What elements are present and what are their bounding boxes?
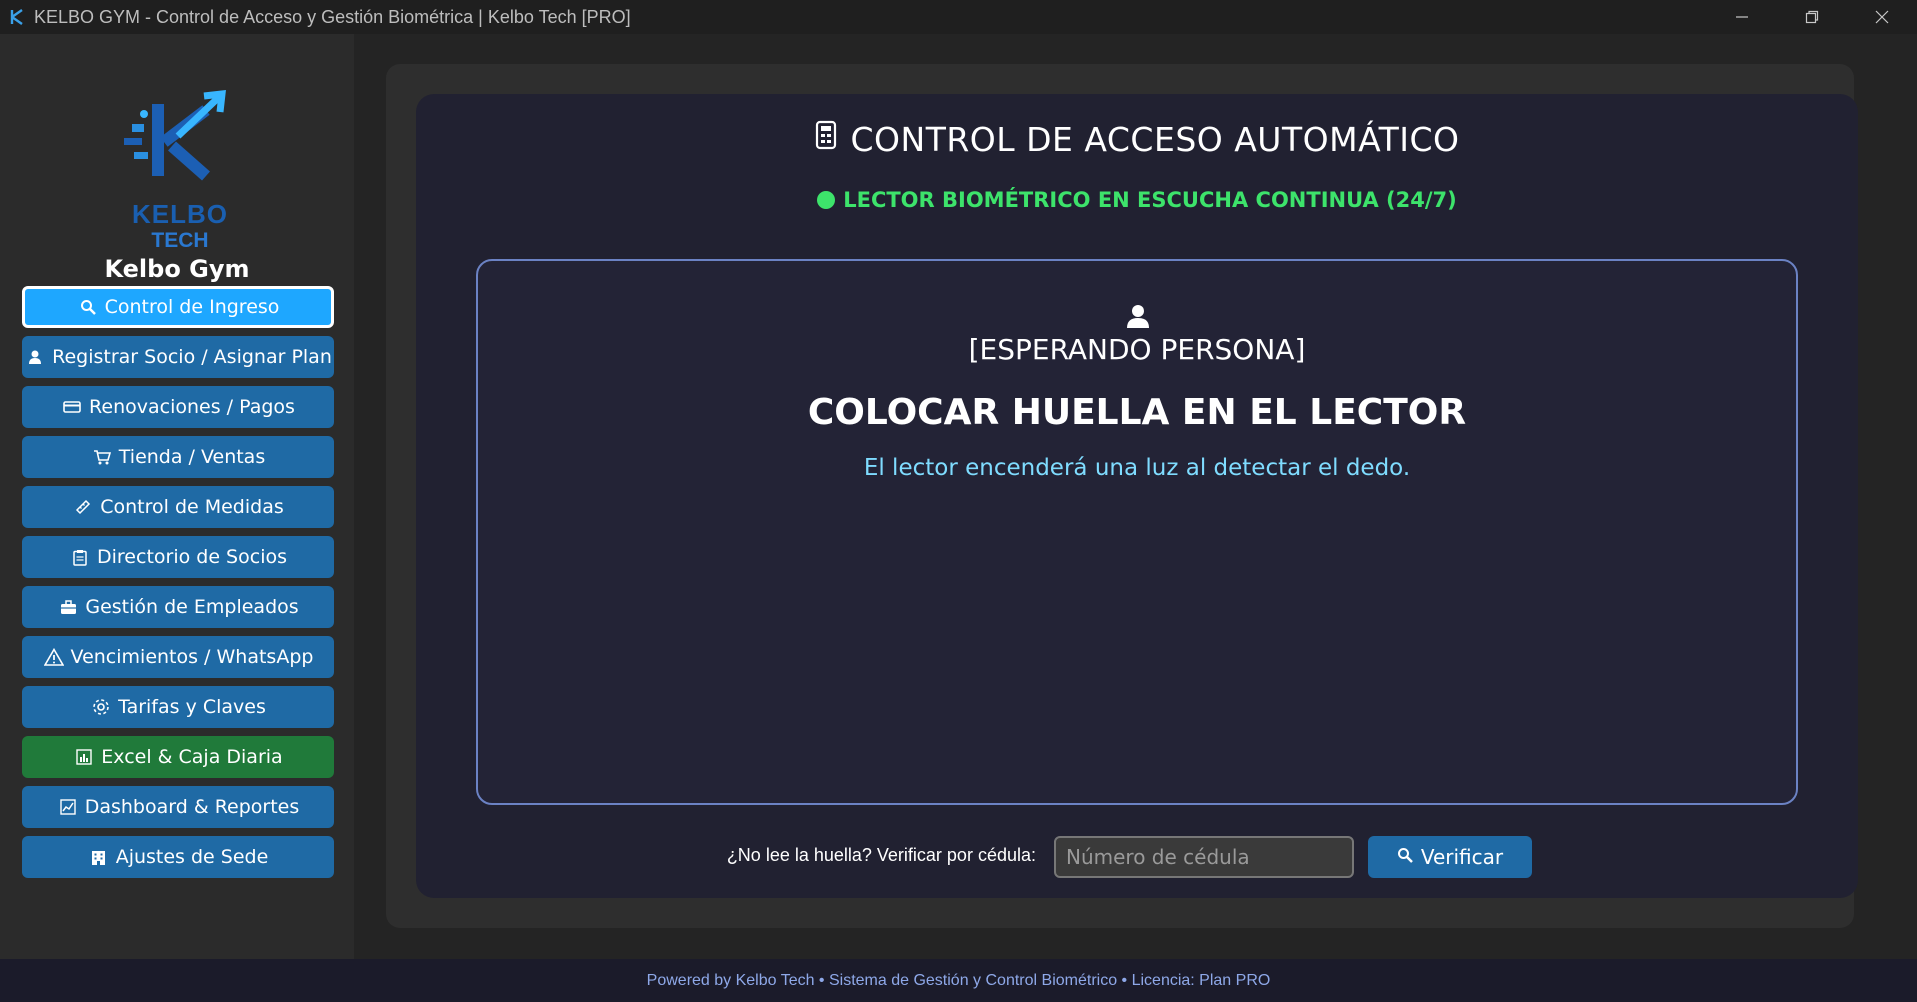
nav-ajustes-sede[interactable]: Ajustes de Sede bbox=[22, 836, 334, 878]
kelbo-tech-logo: KELBO TECH bbox=[120, 84, 240, 252]
page-title: CONTROL DE ACCESO AUTOMÁTICO bbox=[416, 120, 1858, 159]
credit-card-icon bbox=[61, 396, 83, 418]
nav-tienda[interactable]: Tienda / Ventas bbox=[22, 436, 334, 478]
verify-button-label: Verificar bbox=[1420, 845, 1504, 869]
ruler-icon bbox=[72, 496, 94, 518]
nav-gestion-empleados[interactable]: Gestión de Empleados bbox=[22, 586, 334, 628]
cart-icon bbox=[91, 446, 113, 468]
clipboard-icon bbox=[69, 546, 91, 568]
sidebar-nav: Control de Ingreso Registrar Socio / Asi… bbox=[22, 286, 334, 886]
restore-icon bbox=[1805, 10, 1819, 24]
close-button[interactable] bbox=[1847, 0, 1917, 34]
nav-label: Tienda / Ventas bbox=[118, 446, 266, 468]
nav-excel-caja[interactable]: Excel & Caja Diaria bbox=[22, 736, 334, 778]
gym-name: Kelbo Gym bbox=[104, 255, 250, 283]
kelbo-logo-icon bbox=[4, 0, 32, 34]
footer-text: Powered by Kelbo Tech • Sistema de Gesti… bbox=[646, 971, 1271, 989]
nav-control-medidas[interactable]: Control de Medidas bbox=[22, 486, 334, 528]
nav-renovaciones[interactable]: Renovaciones / Pagos bbox=[22, 386, 334, 428]
verify-button[interactable]: Verificar bbox=[1368, 836, 1532, 878]
nav-label: Control de Medidas bbox=[100, 496, 284, 518]
close-icon bbox=[1875, 10, 1889, 24]
minimize-button[interactable] bbox=[1707, 0, 1777, 34]
nav-vencimientos[interactable]: Vencimientos / WhatsApp bbox=[22, 636, 334, 678]
fingerprint-instruction: COLOCAR HUELLA EN EL LECTOR bbox=[807, 392, 1467, 433]
nav-label: Registrar Socio / Asignar Plan bbox=[52, 346, 332, 368]
kelbo-logo-icon bbox=[124, 90, 226, 181]
gear-icon bbox=[90, 696, 112, 718]
nav-label: Dashboard & Reportes bbox=[84, 796, 300, 818]
nav-directorio-socios[interactable]: Directorio de Socios bbox=[22, 536, 334, 578]
minimize-icon bbox=[1736, 16, 1748, 18]
user-icon bbox=[24, 346, 46, 368]
nav-label: Directorio de Socios bbox=[97, 546, 287, 568]
nav-label: Vencimientos / WhatsApp bbox=[70, 646, 314, 668]
search-icon bbox=[77, 296, 99, 318]
nav-label: Tarifas y Claves bbox=[118, 696, 266, 718]
page-title-text: CONTROL DE ACCESO AUTOMÁTICO bbox=[850, 120, 1460, 159]
cedula-input[interactable] bbox=[1054, 836, 1354, 878]
building-icon bbox=[88, 846, 110, 868]
search-icon bbox=[1397, 847, 1413, 867]
window-title: KELBO GYM - Control de Acceso y Gestión … bbox=[34, 6, 631, 27]
warning-icon bbox=[43, 646, 65, 668]
window-controls bbox=[1707, 0, 1917, 34]
briefcase-icon bbox=[57, 596, 79, 618]
reader-status-text: LECTOR BIOMÉTRICO EN ESCUCHA CONTINUA (2… bbox=[843, 188, 1457, 212]
footer: Powered by Kelbo Tech • Sistema de Gesti… bbox=[0, 959, 1917, 1002]
manual-verify-label: ¿No lee la huella? Verificar por cédula: bbox=[726, 845, 1036, 865]
restore-button[interactable] bbox=[1777, 0, 1847, 34]
nav-label: Excel & Caja Diaria bbox=[101, 746, 283, 768]
status-dot-icon bbox=[817, 190, 836, 209]
person-icon bbox=[1125, 303, 1151, 329]
nav-label: Control de Ingreso bbox=[104, 296, 280, 318]
line-chart-icon bbox=[57, 796, 79, 818]
nav-label: Ajustes de Sede bbox=[115, 846, 269, 868]
nav-label: Renovaciones / Pagos bbox=[89, 396, 295, 418]
pager-icon bbox=[815, 119, 837, 158]
reader-hint: El lector encenderá una luz al detectar … bbox=[863, 455, 1411, 481]
waiting-status-text: [ESPERANDO PERSONA] bbox=[968, 333, 1306, 366]
bar-chart-icon bbox=[73, 746, 95, 768]
nav-control-ingreso[interactable]: Control de Ingreso bbox=[22, 286, 334, 328]
nav-label: Gestión de Empleados bbox=[85, 596, 299, 618]
title-bar: KELBO GYM - Control de Acceso y Gestión … bbox=[0, 0, 1917, 34]
logo-text-kelbo: KELBO bbox=[132, 199, 228, 229]
nav-registrar-socio[interactable]: Registrar Socio / Asignar Plan bbox=[22, 336, 334, 378]
nav-dashboard-reportes[interactable]: Dashboard & Reportes bbox=[22, 786, 334, 828]
nav-tarifas-claves[interactable]: Tarifas y Claves bbox=[22, 686, 334, 728]
logo-text-tech: TECH bbox=[151, 229, 209, 252]
reader-status: LECTOR BIOMÉTRICO EN ESCUCHA CONTINUA (2… bbox=[416, 188, 1858, 212]
